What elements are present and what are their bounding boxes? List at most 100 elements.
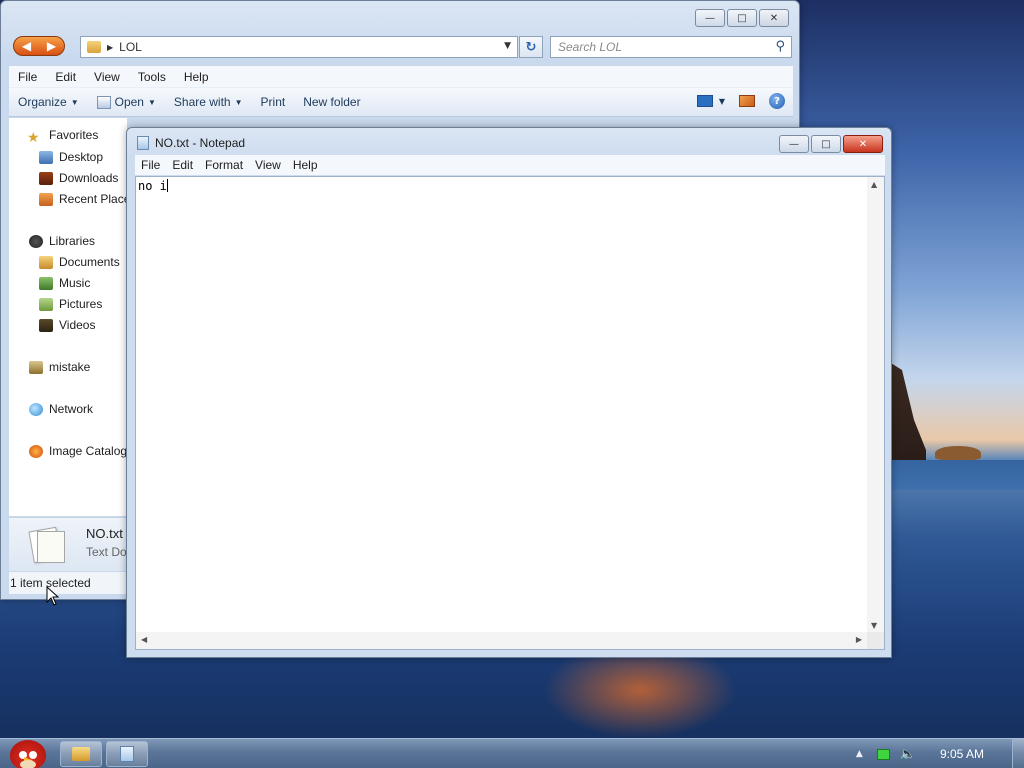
organize-button[interactable]: Organize ▼ bbox=[9, 95, 88, 109]
np-menu-help[interactable]: Help bbox=[287, 158, 324, 172]
network-icon bbox=[29, 402, 43, 416]
recent-places-icon bbox=[39, 192, 53, 206]
print-button[interactable]: Print bbox=[252, 95, 295, 109]
scroll-right-icon[interactable]: ▶ bbox=[856, 635, 862, 644]
menu-file[interactable]: File bbox=[9, 70, 46, 84]
help-icon[interactable]: ? bbox=[769, 93, 785, 109]
downloads-icon bbox=[39, 171, 53, 185]
notepad-window: NO.txt - Notepad — □ ✕ File Edit Format … bbox=[126, 127, 892, 658]
nav-image-catalog[interactable]: Image Catalog bbox=[29, 444, 127, 458]
network-status-icon[interactable] bbox=[876, 748, 890, 760]
scroll-corner bbox=[867, 632, 884, 649]
taskbar: ▲ 🔈 9:05 AM bbox=[0, 738, 1024, 768]
homegroup-icon bbox=[29, 360, 43, 374]
nav-recent-places[interactable]: Recent Places bbox=[39, 192, 136, 206]
menu-edit[interactable]: Edit bbox=[46, 70, 85, 84]
back-arrow-icon[interactable]: ◀ bbox=[22, 39, 31, 53]
share-with-label: Share with bbox=[173, 95, 231, 109]
nav-mistake[interactable]: mistake bbox=[29, 360, 90, 374]
close-icon: ✕ bbox=[769, 12, 779, 24]
show-hidden-icons-icon[interactable]: ▲ bbox=[856, 749, 863, 759]
new-folder-button[interactable]: New folder bbox=[294, 95, 369, 109]
open-label: Open bbox=[114, 95, 144, 109]
notepad-maximize-button[interactable]: □ bbox=[811, 135, 841, 153]
nav-favorites[interactable]: ★ Favorites bbox=[27, 128, 98, 145]
nav-downloads[interactable]: Downloads bbox=[39, 171, 118, 185]
nav-videos[interactable]: Videos bbox=[39, 318, 95, 332]
menu-help[interactable]: Help bbox=[175, 70, 218, 84]
search-input[interactable]: Search LOL ⚲ bbox=[550, 36, 792, 58]
taskbar-explorer-button[interactable] bbox=[60, 741, 102, 767]
nav-libraries[interactable]: Libraries bbox=[29, 234, 95, 248]
menu-view[interactable]: View bbox=[85, 70, 129, 84]
address-dropdown-icon[interactable]: ▼ bbox=[504, 41, 511, 51]
image-catalog-icon bbox=[29, 444, 43, 458]
taskbar-notepad-button[interactable] bbox=[106, 741, 148, 767]
documents-icon bbox=[39, 255, 53, 269]
notepad-content-line[interactable]: no i bbox=[138, 179, 168, 193]
nav-network[interactable]: Network bbox=[29, 402, 93, 416]
breadcrumb-arrow-icon[interactable]: ▶ bbox=[107, 43, 113, 52]
scroll-up-icon[interactable]: ▲ bbox=[871, 180, 877, 189]
notepad-content[interactable]: no i bbox=[138, 179, 167, 193]
forward-arrow-icon[interactable]: ▶ bbox=[47, 39, 56, 53]
np-menu-format[interactable]: Format bbox=[199, 158, 249, 172]
minimize-icon: — bbox=[705, 12, 715, 24]
folder-icon bbox=[87, 41, 101, 53]
command-bar: Organize ▼ Open ▼ Share with ▼ Print New… bbox=[9, 87, 793, 117]
notepad-text-area[interactable]: no i ▲ ▼ ◀ ▶ bbox=[135, 176, 885, 650]
preview-pane-icon[interactable] bbox=[739, 95, 755, 107]
refresh-button[interactable]: ↻ bbox=[519, 36, 543, 58]
np-menu-view[interactable]: View bbox=[249, 158, 287, 172]
nav-documents[interactable]: Documents bbox=[39, 255, 120, 269]
minimize-button[interactable]: — bbox=[695, 9, 725, 27]
show-desktop-button[interactable] bbox=[1012, 739, 1024, 768]
print-label: Print bbox=[260, 95, 286, 109]
minimize-icon: — bbox=[789, 138, 799, 150]
organize-label: Organize bbox=[18, 95, 67, 109]
nav-label: Image Catalog bbox=[49, 444, 128, 458]
close-button[interactable]: ✕ bbox=[759, 9, 789, 27]
nav-label: Downloads bbox=[59, 171, 119, 185]
scroll-down-icon[interactable]: ▼ bbox=[871, 621, 877, 630]
start-button[interactable] bbox=[6, 739, 50, 768]
nav-label: Videos bbox=[59, 318, 96, 332]
vertical-scrollbar[interactable]: ▲ ▼ bbox=[867, 177, 884, 633]
search-placeholder: Search LOL bbox=[558, 40, 623, 54]
open-icon bbox=[96, 95, 111, 109]
new-folder-label: New folder bbox=[303, 95, 361, 109]
horizontal-scrollbar[interactable]: ◀ ▶ bbox=[136, 632, 867, 649]
open-button[interactable]: Open ▼ bbox=[88, 95, 165, 109]
close-icon: ✕ bbox=[858, 138, 868, 150]
scroll-left-icon[interactable]: ◀ bbox=[141, 635, 147, 644]
toolbar-right-group: ▼ ? bbox=[696, 93, 785, 109]
nav-music[interactable]: Music bbox=[39, 276, 90, 290]
share-with-button[interactable]: Share with ▼ bbox=[165, 95, 252, 109]
nav-label: Pictures bbox=[59, 297, 103, 311]
change-view-icon[interactable] bbox=[696, 95, 713, 107]
angry-bird-start-icon bbox=[10, 740, 46, 768]
chevron-down-icon[interactable]: ▼ bbox=[719, 97, 725, 106]
nav-pictures[interactable]: Pictures bbox=[39, 297, 102, 311]
maximize-button[interactable]: □ bbox=[727, 9, 757, 27]
notepad-icon bbox=[137, 136, 149, 150]
volume-icon[interactable]: 🔈 bbox=[900, 747, 916, 762]
chevron-down-icon: ▼ bbox=[147, 97, 156, 107]
notepad-titlebar[interactable]: NO.txt - Notepad bbox=[137, 136, 245, 150]
np-menu-file[interactable]: File bbox=[135, 158, 166, 172]
notepad-close-button[interactable]: ✕ bbox=[843, 135, 883, 153]
maximize-icon: □ bbox=[737, 12, 747, 24]
clock[interactable]: 9:05 AM bbox=[940, 747, 984, 761]
text-caret bbox=[166, 179, 168, 192]
menu-tools[interactable]: Tools bbox=[129, 70, 175, 84]
notepad-menubar: File Edit Format View Help bbox=[135, 155, 885, 175]
search-icon[interactable]: ⚲ bbox=[775, 39, 785, 54]
explorer-menubar: File Edit View Tools Help bbox=[9, 65, 793, 87]
nav-desktop[interactable]: Desktop bbox=[39, 150, 103, 164]
notepad-minimize-button[interactable]: — bbox=[779, 135, 809, 153]
system-tray: ▲ 🔈 9:05 AM bbox=[856, 739, 1024, 768]
np-menu-edit[interactable]: Edit bbox=[166, 158, 199, 172]
address-path[interactable]: LOL bbox=[119, 40, 142, 54]
address-bar[interactable]: ▶ LOL ▼ bbox=[80, 36, 518, 58]
wallpaper-rock bbox=[935, 446, 981, 460]
